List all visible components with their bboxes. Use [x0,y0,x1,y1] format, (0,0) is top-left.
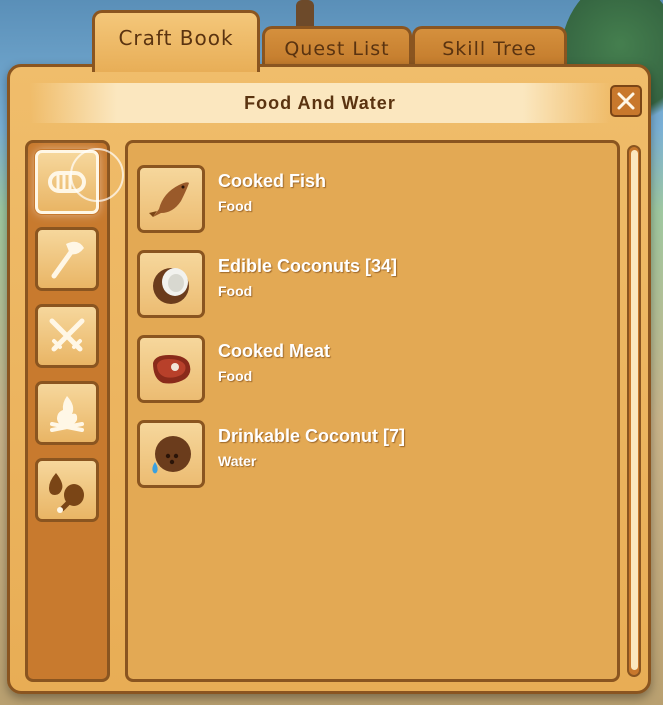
recipe-item-edible-coconuts[interactable]: Edible Coconuts [34] Food [137,250,597,320]
recipe-item-drinkable-coconut[interactable]: Drinkable Coconut [7] Water [137,420,597,490]
steak-icon [153,355,191,384]
craft-book-window: Food And Water Cooked Fish Food Edible C… [7,64,651,694]
category-food-water-button[interactable] [35,458,99,522]
tab-craft-book[interactable]: Craft Book [92,10,260,72]
recipe-category: Food [218,368,253,384]
recipe-list: Cooked Fish Food Edible Coconuts [34] Fo… [125,140,620,682]
window-title: Food And Water [30,83,610,123]
category-fire-button[interactable] [35,381,99,445]
axe-icon [51,241,84,279]
scrollbar-thumb[interactable] [631,150,638,670]
recipe-category: Food [218,283,253,299]
coconut-half-icon [153,268,189,304]
recipe-icon-frame [137,165,205,233]
fish-icon [149,182,189,217]
category-weapons-button[interactable] [35,304,99,368]
category-rope-button[interactable] [35,150,99,214]
recipe-category: Water [218,453,257,469]
recipe-name: Edible Coconuts [34] [218,256,398,276]
close-button[interactable] [610,85,642,117]
recipe-list-scrollbar[interactable] [627,145,641,677]
recipe-icon-frame [137,250,205,318]
category-sidebar [25,140,124,682]
recipe-icon-frame [137,420,205,488]
recipe-name: Drinkable Coconut [7] [218,426,406,446]
recipe-icon-frame [137,335,205,403]
tab-quest-list[interactable]: Quest List [262,26,412,68]
rope-icon [48,171,86,193]
campfire-icon [50,396,84,432]
close-icon [617,92,635,110]
tab-skill-tree[interactable]: Skill Tree [412,26,567,68]
recipe-name: Cooked Meat [218,341,331,361]
recipe-name: Cooked Fish [218,171,327,191]
crossed-swords-icon [49,318,85,352]
category-tools-button[interactable] [35,227,99,291]
coconut-drink-icon [152,436,191,474]
recipe-item-cooked-meat[interactable]: Cooked Meat Food [137,335,597,405]
drumstick-water-icon [49,473,84,513]
recipe-category: Food [218,198,253,214]
recipe-item-cooked-fish[interactable]: Cooked Fish Food [137,165,597,235]
